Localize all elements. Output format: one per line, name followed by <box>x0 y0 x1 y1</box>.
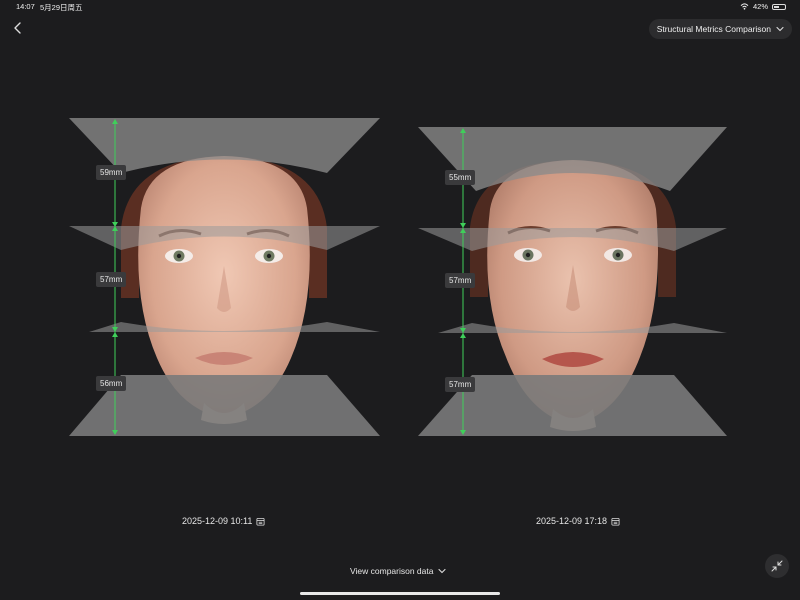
metric-upper: 55mm <box>445 170 476 185</box>
timestamp-after[interactable]: 2025-12-09 17:18 <box>536 516 620 526</box>
timestamp-after-label: 2025-12-09 17:18 <box>536 516 608 526</box>
status-date: 5月29日周五 <box>40 3 83 12</box>
collapse-button[interactable] <box>765 554 789 578</box>
chevron-down-icon <box>438 568 447 574</box>
view-comparison-data-button[interactable]: View comparison data <box>350 566 447 576</box>
home-indicator <box>300 592 500 595</box>
chevron-down-icon <box>776 26 784 32</box>
back-button[interactable] <box>8 18 28 38</box>
metric-middle: 57mm <box>96 272 127 287</box>
wifi-icon <box>740 3 749 10</box>
calendar-icon <box>611 517 620 526</box>
metric-upper: 59mm <box>96 165 127 180</box>
timestamp-before-label: 2025-12-09 10:11 <box>182 516 253 526</box>
view-comparison-data-label: View comparison data <box>350 566 434 576</box>
timestamp-before[interactable]: 2025-12-09 10:11 <box>182 516 265 526</box>
status-right: 42% <box>740 2 786 11</box>
battery-icon <box>772 3 786 10</box>
metric-lower: 57mm <box>445 377 476 392</box>
face-panel-after: 55mm 57mm 57mm <box>418 127 727 436</box>
status-time: 14:07 <box>16 2 35 11</box>
status-bar: 14:07 5月29日周五 42% <box>0 0 800 12</box>
chevron-left-icon <box>14 22 21 34</box>
metric-lower: 56mm <box>96 376 127 391</box>
collapse-icon <box>771 560 783 572</box>
metric-middle: 57mm <box>445 273 476 288</box>
metrics-dropdown-label: Structural Metrics Comparison <box>656 24 771 34</box>
battery-percent: 42% <box>752 2 768 11</box>
face-panel-before: 59mm 57mm 56mm <box>69 118 380 436</box>
calendar-icon <box>256 517 265 526</box>
metrics-dropdown[interactable]: Structural Metrics Comparison <box>648 19 792 39</box>
